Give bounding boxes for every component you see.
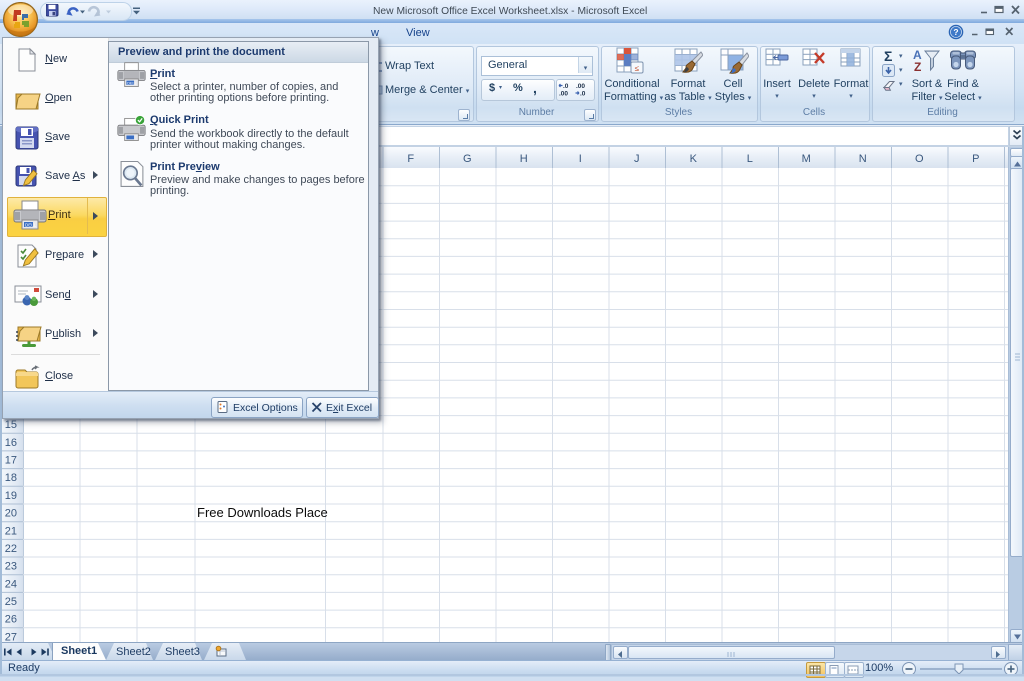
svg-text:20: 20 <box>5 508 17 520</box>
svg-text:24: 24 <box>5 578 17 590</box>
svg-text:O: O <box>915 153 924 165</box>
svg-text:P: P <box>972 153 979 165</box>
svg-text:≤: ≤ <box>635 64 640 73</box>
svg-text:16: 16 <box>5 437 17 449</box>
svg-text:.0: .0 <box>563 83 569 90</box>
svg-text:F: F <box>407 153 414 165</box>
svg-text:15: 15 <box>5 419 17 431</box>
svg-text:18: 18 <box>5 472 17 484</box>
svg-text:J: J <box>634 153 640 165</box>
svg-text:K: K <box>690 153 698 165</box>
svg-text:H: H <box>520 153 528 165</box>
svg-text:M: M <box>802 153 811 165</box>
svg-text:.00: .00 <box>559 91 568 98</box>
svg-text:23: 23 <box>5 561 17 573</box>
svg-text:DELL: DELL <box>25 223 37 228</box>
svg-text:?: ? <box>953 27 958 37</box>
svg-text:I: I <box>579 153 582 165</box>
svg-text:G: G <box>463 153 472 165</box>
svg-text:21: 21 <box>5 525 17 537</box>
svg-text:Z: Z <box>914 60 921 74</box>
svg-text:19: 19 <box>5 490 17 502</box>
svg-text:N: N <box>859 153 867 165</box>
svg-text:L: L <box>747 153 753 165</box>
svg-text:17: 17 <box>5 455 17 467</box>
svg-text:27: 27 <box>5 631 17 642</box>
svg-text:26: 26 <box>5 614 17 626</box>
svg-text:22: 22 <box>5 543 17 555</box>
svg-text:.0: .0 <box>580 91 586 98</box>
svg-text:.00: .00 <box>576 83 585 90</box>
svg-text:25: 25 <box>5 596 17 608</box>
